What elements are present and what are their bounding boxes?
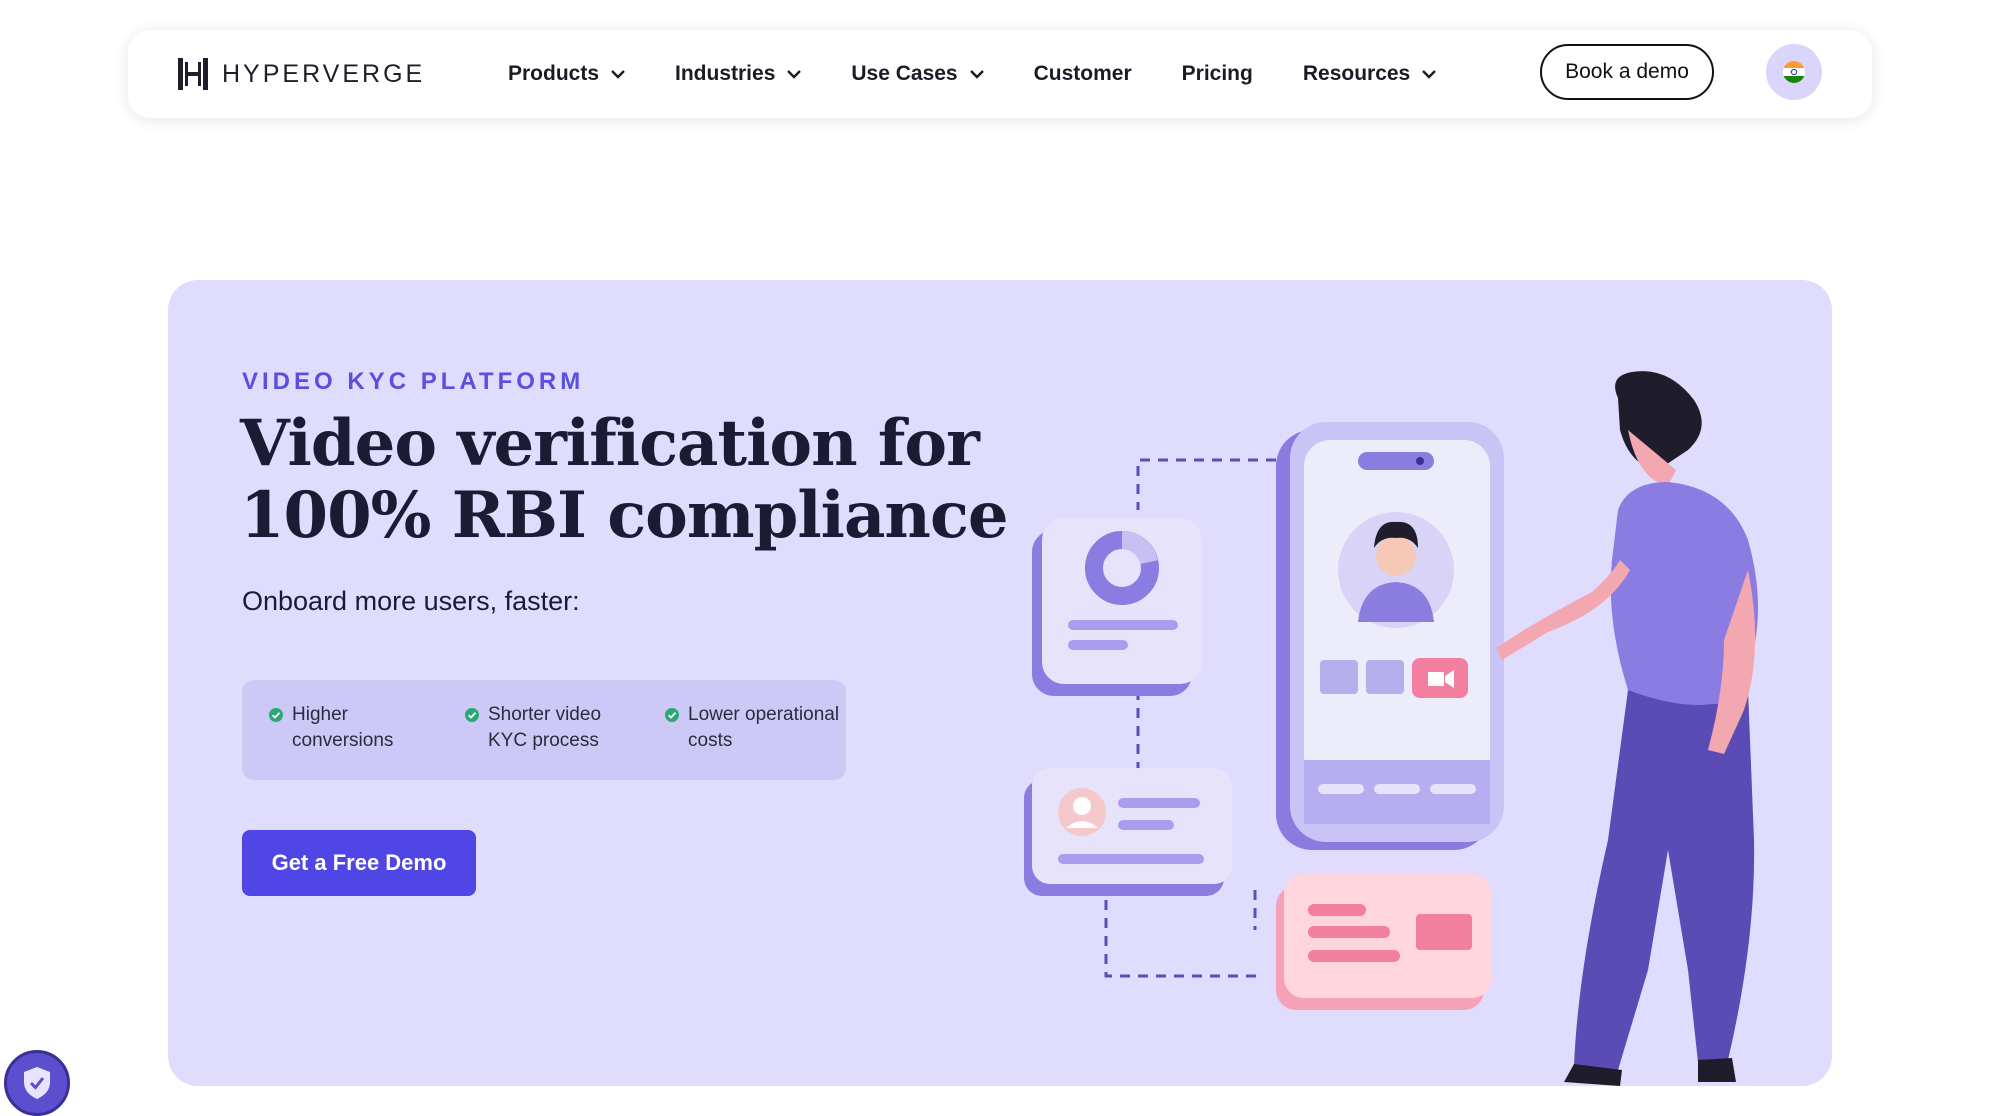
headline-line-2: 100% RBI compliance: [240, 478, 1009, 553]
chevron-down-icon: [787, 69, 802, 79]
book-demo-button[interactable]: Book a demo: [1540, 44, 1714, 100]
nav-item-label: Resources: [1302, 62, 1411, 85]
profile-card: [1024, 768, 1232, 896]
nav-item-pricing[interactable]: Pricing: [1182, 62, 1253, 86]
benefit-line: costs: [688, 730, 733, 751]
region-selector-button[interactable]: [1766, 44, 1822, 100]
nav-item-label: Customer: [1033, 62, 1132, 85]
phone-graphic: [1276, 422, 1504, 850]
privacy-shield-button[interactable]: [4, 1050, 70, 1116]
benefit-line: Lower operational: [688, 704, 840, 725]
benefit-line: KYC process: [488, 730, 599, 751]
benefit-item: Higher conversions: [268, 702, 420, 780]
nav-item-industries[interactable]: Industries: [675, 62, 802, 86]
logo[interactable]: HYPERVERGE: [176, 56, 425, 92]
top-navbar: HYPERVERGE Products Industries Use Cases…: [128, 30, 1872, 118]
nav-item-use-cases[interactable]: Use Cases: [851, 62, 984, 86]
shield-check-icon: [24, 1067, 50, 1099]
nav-item-products[interactable]: Products: [508, 62, 625, 86]
chevron-down-icon: [1422, 69, 1437, 79]
nav-item-label: Industries: [675, 62, 776, 85]
benefits-pill: Higher conversions Shorter video KYC proce…: [242, 680, 846, 780]
benefit-text: Shorter video KYC process: [488, 702, 626, 754]
benefit-line: Shorter video: [488, 704, 602, 725]
benefit-text: Lower operational costs: [688, 702, 878, 754]
hero-eyebrow: VIDEO KYC PLATFORM: [242, 368, 585, 395]
check-circle-icon: [269, 708, 283, 722]
check-circle-icon: [465, 708, 479, 722]
hero-headline: Video verification for 100% RBI complian…: [240, 408, 1060, 552]
nav-item-label: Products: [508, 62, 600, 85]
benefit-text: Higher conversions: [292, 702, 420, 754]
india-flag-icon: [1783, 61, 1805, 83]
nav-item-label: Use Cases: [851, 62, 958, 85]
chevron-down-icon: [969, 69, 984, 79]
hero-section: VIDEO KYC PLATFORM Video verification fo…: [168, 280, 1832, 1086]
logo-text: HYPERVERGE: [222, 59, 426, 88]
nav-item-resources[interactable]: Resources: [1302, 62, 1437, 86]
benefit-line: conversions: [292, 730, 394, 751]
hyperverge-logo-icon: [178, 58, 208, 90]
benefit-line: Higher: [292, 704, 348, 725]
chart-card: [1032, 518, 1202, 696]
id-card: [1276, 874, 1492, 1010]
nav-item-customer[interactable]: Customer: [1034, 62, 1132, 86]
benefit-item: Shorter video KYC process: [464, 702, 626, 780]
person-graphic: [1496, 371, 1758, 1086]
benefit-item: Lower operational costs: [664, 702, 878, 780]
nav-item-label: Pricing: [1181, 62, 1253, 85]
get-free-demo-button[interactable]: Get a Free Demo: [242, 830, 476, 896]
check-circle-icon: [665, 708, 679, 722]
main-menu: Products Industries Use Cases Customer P…: [508, 30, 1486, 118]
headline-line-1: Video verification for: [240, 406, 980, 481]
chevron-down-icon: [611, 69, 625, 79]
video-kyc-illustration: [1024, 371, 1758, 1086]
hero-subhead: Onboard more users, faster:: [242, 586, 580, 616]
